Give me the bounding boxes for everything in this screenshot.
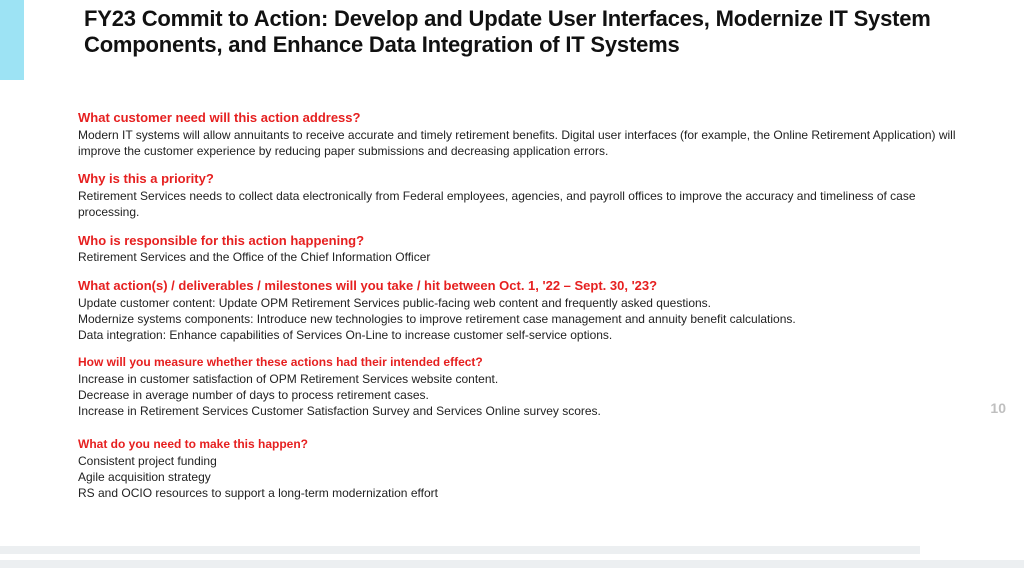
- answer-measure-line: Increase in customer satisfaction of OPM…: [78, 371, 958, 387]
- answer-measure-line: Increase in Retirement Services Customer…: [78, 403, 958, 419]
- answer-customer-need: Modern IT systems will allow annuitants …: [78, 127, 958, 159]
- question-actions: What action(s) / deliverables / mileston…: [78, 278, 958, 295]
- slide-title: FY23 Commit to Action: Develop and Updat…: [84, 6, 984, 59]
- slide-accent-bar: [0, 0, 24, 80]
- answer-actions-line: Update customer content: Update OPM Reti…: [78, 295, 958, 311]
- slide-content: What customer need will this action addr…: [78, 110, 958, 509]
- answer-responsible: Retirement Services and the Office of th…: [78, 249, 958, 265]
- section-measure: How will you measure whether these actio…: [78, 355, 958, 419]
- section-responsible: Who is responsible for this action happe…: [78, 233, 958, 266]
- footer-bars: [0, 546, 1024, 568]
- question-need: What do you need to make this happen?: [78, 437, 958, 453]
- answer-need-line: Agile acquisition strategy: [78, 469, 958, 485]
- answer-need-line: Consistent project funding: [78, 453, 958, 469]
- section-customer-need: What customer need will this action addr…: [78, 110, 958, 159]
- answer-actions-line: Modernize systems components: Introduce …: [78, 311, 958, 327]
- question-priority: Why is this a priority?: [78, 171, 958, 188]
- section-priority: Why is this a priority? Retirement Servi…: [78, 171, 958, 220]
- footer-bar: [0, 560, 1024, 568]
- answer-actions-line: Data integration: Enhance capabilities o…: [78, 327, 958, 343]
- section-need: What do you need to make this happen? Co…: [78, 437, 958, 501]
- question-customer-need: What customer need will this action addr…: [78, 110, 958, 127]
- answer-need: Consistent project funding Agile acquisi…: [78, 453, 958, 502]
- question-responsible: Who is responsible for this action happe…: [78, 233, 958, 250]
- answer-actions: Update customer content: Update OPM Reti…: [78, 295, 958, 344]
- answer-measure: Increase in customer satisfaction of OPM…: [78, 371, 958, 420]
- question-measure: How will you measure whether these actio…: [78, 355, 958, 371]
- page-number: 10: [990, 400, 1006, 416]
- footer-bar: [0, 546, 920, 554]
- answer-measure-line: Decrease in average number of days to pr…: [78, 387, 958, 403]
- answer-priority: Retirement Services needs to collect dat…: [78, 188, 958, 220]
- answer-need-line: RS and OCIO resources to support a long-…: [78, 485, 958, 501]
- section-actions: What action(s) / deliverables / mileston…: [78, 278, 958, 343]
